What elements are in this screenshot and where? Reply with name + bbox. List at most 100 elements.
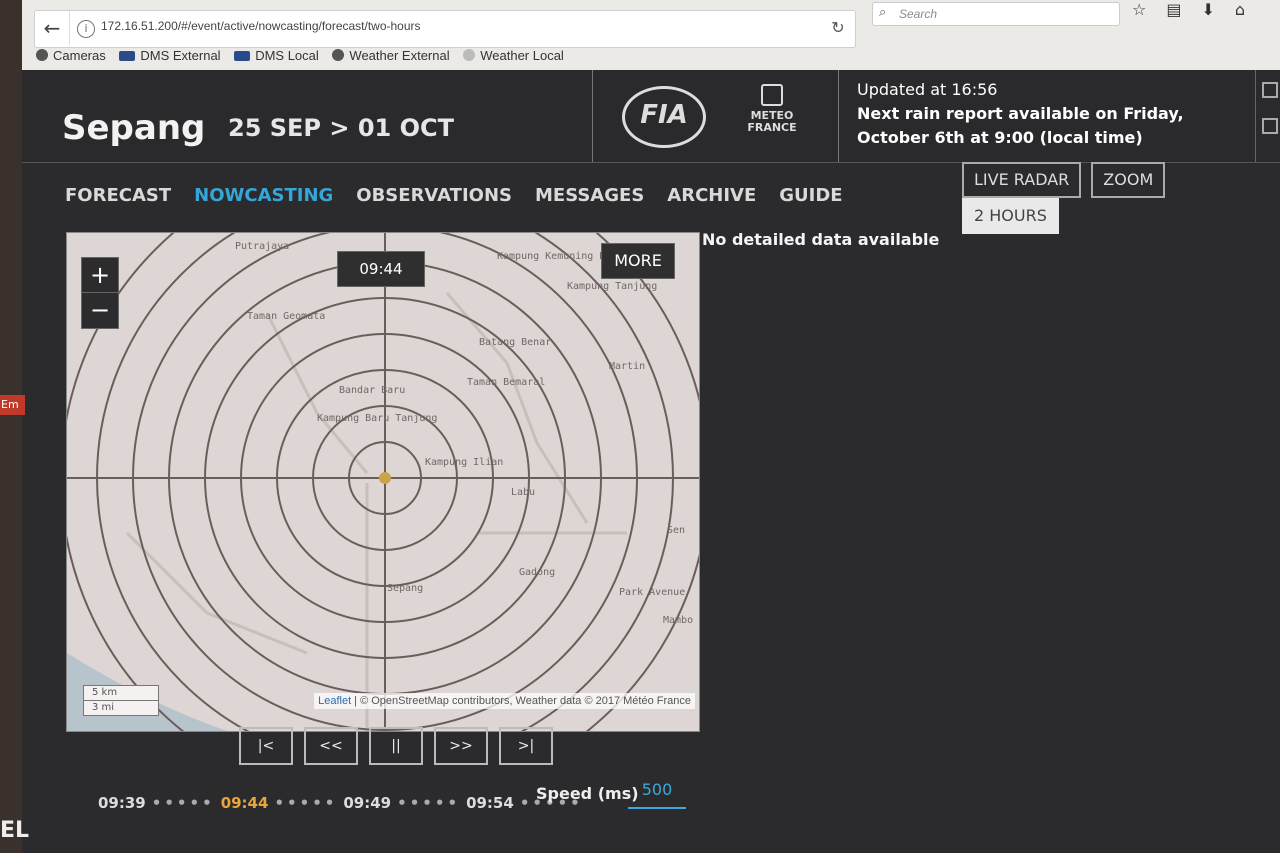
map-scale: 5 km 3 mi	[83, 685, 159, 716]
main-nav: FORECAST NOWCASTING OBSERVATIONS MESSAGES AR…	[65, 185, 866, 206]
search-placeholder: Search	[899, 7, 938, 21]
back-icon[interactable]: ←	[35, 11, 70, 45]
site-header: Sepang 25 SEP > 01 OCT FIA METEO FRANCE …	[22, 70, 1280, 163]
mode-buttons: LIVE RADAR ZOOM 2 HOURS	[962, 162, 1280, 234]
place-label: Park Avenue	[619, 587, 685, 598]
map-attribution: Leaflet | © OpenStreetMap contributors, …	[314, 693, 695, 709]
place-label: Taman Bemaral	[467, 377, 545, 388]
place-label: Gadong	[519, 567, 555, 578]
nav-nowcasting[interactable]: NOWCASTING	[194, 185, 333, 206]
place-label: Bandar Baru	[339, 385, 405, 396]
speed-input[interactable]: 500	[628, 780, 686, 809]
nav-guide[interactable]: GUIDE	[779, 185, 842, 206]
reader-icon[interactable]: ▤	[1166, 0, 1201, 19]
fia-icon	[234, 51, 251, 61]
step-forward-button[interactable]: >>	[434, 727, 488, 765]
meteo-france-logo: METEO FRANCE	[742, 84, 802, 134]
bookmarks-bar: Cameras DMS External DMS Local Weather E…	[36, 48, 574, 68]
updated-time: Updated at 16:56	[857, 80, 998, 99]
url-bar[interactable]: ← i 172.16.51.200/#/event/active/nowcast…	[34, 10, 856, 48]
timeline-time[interactable]: 09:54	[466, 794, 514, 812]
browser-chrome: ← i 172.16.51.200/#/event/active/nowcast…	[22, 0, 1280, 70]
event-title: Sepang	[62, 108, 206, 148]
next-report-line1: Next rain report available on Friday,	[857, 104, 1184, 123]
search-input[interactable]: ⌕ Search	[872, 2, 1120, 26]
place-label: Kampung Tanjung	[567, 281, 657, 292]
toolbar-icons: ☆▤⬇⌂	[1132, 0, 1265, 19]
timeline: 09:39 ••••• 09:44 ••••• 09:49 ••••• 09:54 •••••	[98, 794, 589, 812]
playback-controls: |< << || >> >|	[239, 727, 564, 765]
url-text[interactable]: 172.16.51.200/#/event/active/nowcasting/…	[101, 19, 421, 33]
place-label: Mambo	[663, 615, 693, 626]
page-icon	[463, 49, 476, 61]
place-label: Batang Benar	[479, 337, 551, 348]
window-icon[interactable]	[1262, 82, 1278, 98]
home-icon[interactable]: ⌂	[1235, 0, 1265, 19]
zoom-control: + −	[81, 257, 119, 329]
live-radar-button[interactable]: LIVE RADAR	[962, 162, 1082, 198]
nav-observations[interactable]: OBSERVATIONS	[356, 185, 512, 206]
place-label: Labu	[511, 487, 535, 498]
update-info: Updated at 16:56 Next rain report availa…	[857, 78, 1184, 150]
zoom-button[interactable]: ZOOM	[1091, 162, 1166, 198]
place-label: Sepang	[387, 583, 423, 594]
leaflet-link[interactable]: Leaflet	[318, 695, 351, 707]
outside-tag: Em	[0, 395, 25, 415]
header-divider	[838, 70, 839, 162]
event-dates: 25 SEP > 01 OCT	[228, 114, 454, 142]
info-icon[interactable]: i	[77, 20, 95, 38]
window-icon[interactable]	[1262, 118, 1278, 134]
map-time-badge: 09:44	[337, 251, 425, 287]
fia-logo: FIA	[622, 86, 706, 148]
photo-edge: Em EL	[0, 0, 29, 853]
two-hours-button[interactable]: 2 HOURS	[962, 198, 1059, 234]
search-icon: ⌕	[879, 5, 887, 20]
zoom-in-button[interactable]: +	[82, 258, 118, 292]
next-report-line2: October 6th at 9:00 (local time)	[857, 128, 1143, 147]
meteo-mark-icon	[761, 84, 783, 106]
bookmark-weather-external[interactable]: Weather External	[332, 48, 450, 63]
place-label: Kampung Baru Tanjung	[317, 413, 437, 424]
side-icons	[1255, 70, 1280, 162]
scale-mi: 3 mi	[83, 701, 159, 716]
star-icon[interactable]: ☆	[1132, 0, 1166, 19]
last-frame-button[interactable]: >|	[499, 727, 553, 765]
place-label: Martin	[609, 361, 645, 372]
timeline-dots: •••••	[397, 794, 461, 812]
step-back-button[interactable]: <<	[304, 727, 358, 765]
nav-archive[interactable]: ARCHIVE	[667, 185, 756, 206]
download-icon[interactable]: ⬇	[1201, 0, 1234, 19]
place-label: Putrajaya	[235, 241, 289, 252]
place-label: Sen	[667, 525, 685, 536]
bookmark-cameras[interactable]: Cameras	[36, 48, 106, 63]
more-button[interactable]: MORE	[601, 243, 675, 279]
scale-km: 5 km	[83, 685, 159, 701]
bookmark-dms-external[interactable]: DMS External	[119, 48, 221, 63]
no-data-message: No detailed data available	[702, 230, 940, 249]
globe-icon	[36, 49, 48, 61]
fia-icon	[119, 51, 136, 61]
place-label: Taman Geomata	[247, 311, 325, 322]
timeline-time-current[interactable]: 09:44	[221, 794, 269, 812]
reload-icon[interactable]: ↻	[827, 17, 849, 39]
bookmark-dms-local[interactable]: DMS Local	[234, 48, 319, 63]
speed-label: Speed (ms)	[536, 784, 639, 803]
place-label: Kampung Ilian	[425, 457, 503, 468]
zoom-out-button[interactable]: −	[82, 292, 118, 327]
header-divider	[592, 70, 593, 162]
circuit-marker	[379, 472, 391, 484]
attribution-text: | © OpenStreetMap contributors, Weather …	[351, 695, 691, 707]
bookmark-weather-local[interactable]: Weather Local	[463, 48, 564, 63]
timeline-dots: •••••	[151, 794, 215, 812]
timeline-dots: •••••	[274, 794, 338, 812]
first-frame-button[interactable]: |<	[239, 727, 293, 765]
pause-button[interactable]: ||	[369, 727, 423, 765]
timeline-time[interactable]: 09:49	[343, 794, 391, 812]
radar-map[interactable]: Putrajaya Kampung Kemuning Hulu Kampung …	[66, 232, 700, 732]
globe-icon	[332, 49, 345, 61]
outside-label: EL	[0, 818, 30, 843]
nav-messages[interactable]: MESSAGES	[535, 185, 644, 206]
radar-overlay: Putrajaya Kampung Kemuning Hulu Kampung …	[67, 233, 699, 731]
nav-forecast[interactable]: FORECAST	[65, 185, 171, 206]
timeline-time[interactable]: 09:39	[98, 794, 146, 812]
